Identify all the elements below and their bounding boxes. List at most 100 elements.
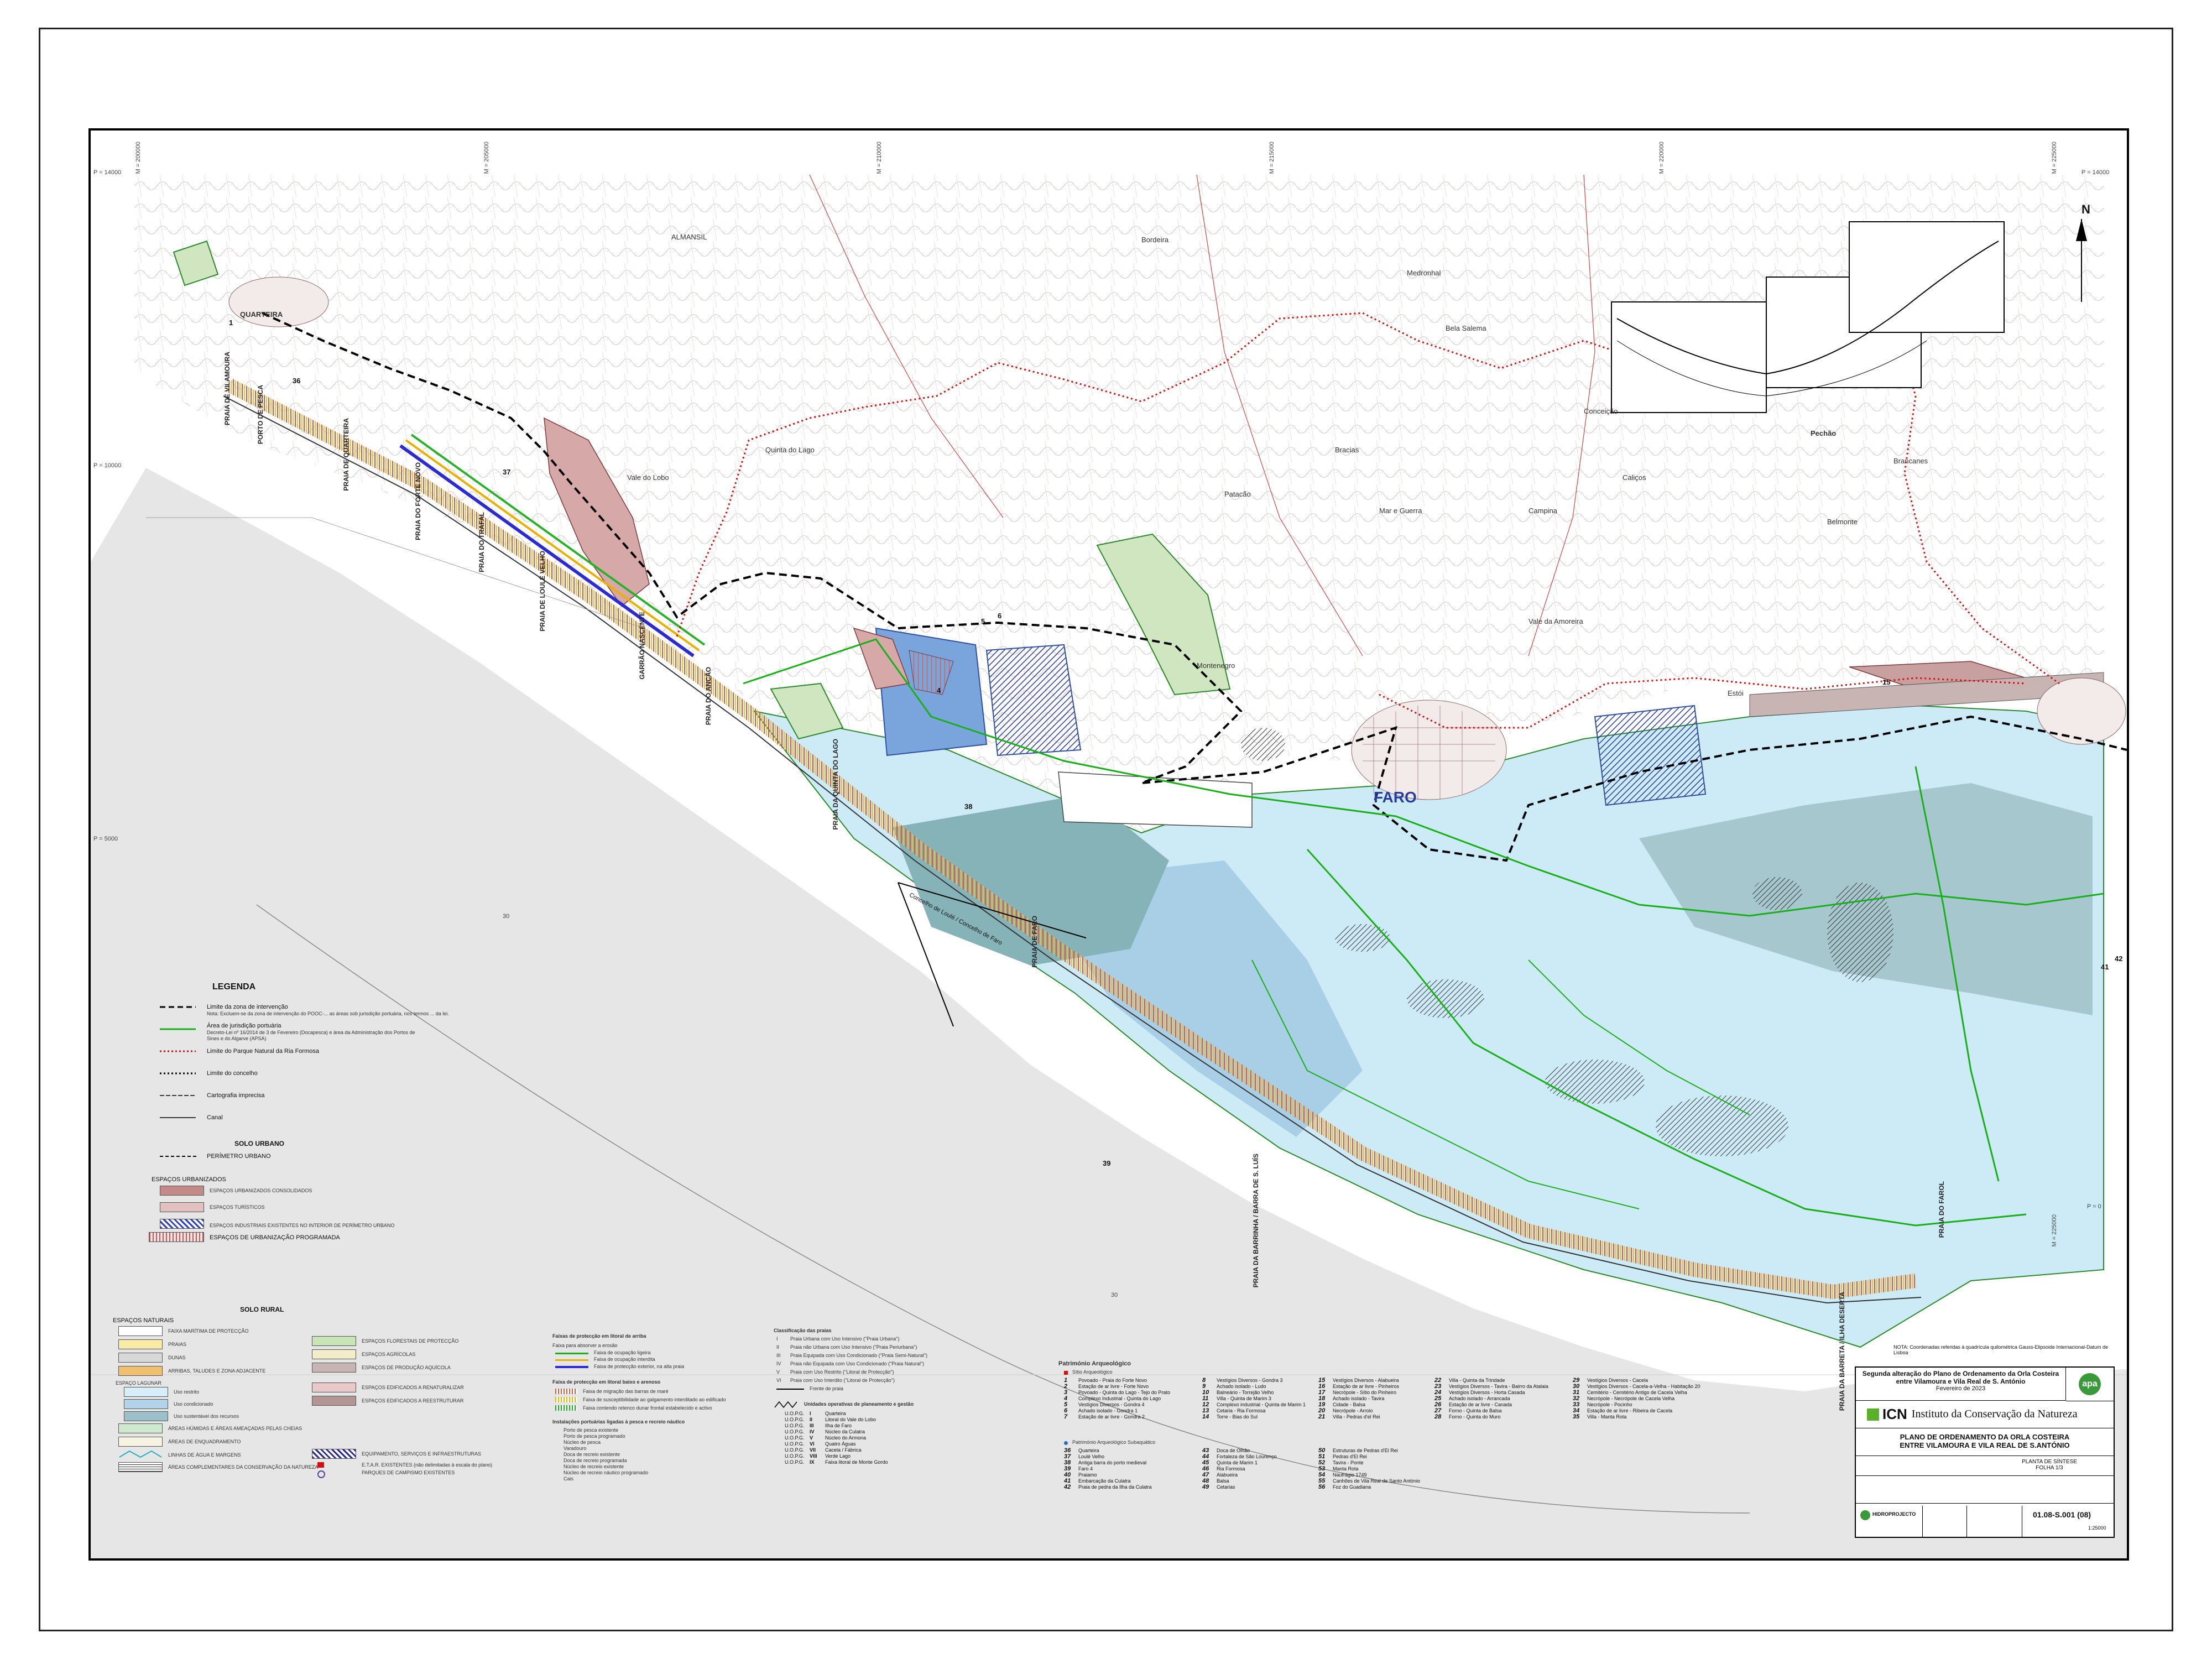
beach-label: PRAIA DO FORTE NOVO <box>414 462 422 540</box>
legend-item: ESPAÇOS DE URBANIZAÇÃO PROGRAMADA <box>210 1234 340 1241</box>
arqueo-title: Património Arqueológico <box>1058 1360 1131 1367</box>
aquaculture-bed <box>1407 979 1484 1018</box>
arqueo-item: 40 Praiamo <box>1064 1472 1191 1478</box>
site-number: 42 <box>2115 954 2123 963</box>
arqueo-item: 4 Complexo Industrial - Quinta do Lago <box>1064 1396 1191 1402</box>
faixa-swatch <box>555 1397 577 1402</box>
place-label: Medronhal <box>1407 269 1441 277</box>
arqueo-label: Loulé Velho <box>1078 1454 1105 1459</box>
aquaculture-bed <box>1752 877 1802 910</box>
faixas-title: Instalações portuárias ligadas à pesca e… <box>552 1419 685 1425</box>
arqueo-column: 43 Doca de Olhão 44 Fortaleza de São Louren… <box>1202 1448 1318 1490</box>
faixa-line <box>555 1366 588 1368</box>
legend-swatch <box>312 1449 356 1459</box>
arqueo-label: Estação de ar livre - Forte Novo <box>1078 1384 1149 1389</box>
arqueo-item: 2 Estação de ar livre - Forte Novo <box>1064 1384 1191 1390</box>
arqueo-label: Povoado - Praia do Forte Novo <box>1078 1378 1147 1383</box>
faixas-item: Faixa de protecção exterior, na alta pra… <box>594 1364 685 1369</box>
place-label: Montenegro <box>1197 661 1235 670</box>
praia-label: Praia Urbana com Uso Intensivo ("Praia U… <box>790 1336 900 1342</box>
faixas-item: Doca de recreio existente <box>564 1452 620 1457</box>
arqueo-item: 46 Ria Formosa <box>1202 1466 1318 1472</box>
depth-label: 30 <box>503 913 510 920</box>
arqueo-label: Vestígios Diversos - Gondra 3 <box>1217 1378 1283 1383</box>
uopg-number: VII <box>810 1447 816 1453</box>
place-label: Bracias <box>1335 446 1359 454</box>
arqueo-item: 5 Vestígios Diversos - Gondra 4 <box>1064 1402 1191 1408</box>
arqueo-item: 8 Vestígios Diversos - Gondra 3 <box>1202 1378 1318 1384</box>
coord-label: M = 225000 <box>2051 1214 2058 1247</box>
legend-item: ESPAÇOS URBANIZADOS CONSOLIDADOS <box>210 1188 312 1193</box>
arqueo-item: 53 Manta Rota <box>1318 1466 1446 1472</box>
arqueo-label: Manta Rota <box>1333 1466 1359 1472</box>
arqueo-label: Praiamo <box>1078 1472 1097 1478</box>
coord-label: M = 210000 <box>876 142 883 174</box>
coord-label: P = 14000 <box>2081 169 2110 176</box>
arqueo-item: 42 Praia de pedra da Ilha da Culatra <box>1064 1484 1191 1490</box>
map-note: NOTA: Coordenadas referidas à quadrícula… <box>1893 1344 2109 1355</box>
section-heading: ESPAÇOS URBANIZADOS <box>152 1176 226 1183</box>
campsite-icon <box>317 1470 325 1478</box>
arqueo-label: Necrópole - Arroio <box>1333 1408 1373 1413</box>
legend-item: DUNAS <box>168 1355 186 1360</box>
beach-label: PRAIA DO TRAFAL <box>478 512 486 572</box>
faixas-item: Faixa para absorver a erosão <box>552 1343 618 1348</box>
arqueo-item: 7 Estação de ar livre - Gondra 2 <box>1064 1414 1191 1420</box>
uopg-number: VIII <box>810 1453 817 1459</box>
legend-item: ESPAÇOS INDUSTRIAIS EXISTENTES NO INTERI… <box>210 1223 395 1228</box>
arqueo-label: Tavira - Ponte <box>1333 1460 1364 1465</box>
arqueo-column: 22 Villa - Quinta da Trindade 23 Vestígios … <box>1434 1378 1562 1420</box>
arqueo-item: 30 Vestígios Diversos - Cacela-a-Velha - … <box>1573 1384 1711 1390</box>
legend-swatch <box>124 1387 168 1397</box>
faixa-line <box>555 1353 588 1354</box>
legend-item: ESPAÇOS AGRÍCOLAS <box>362 1352 416 1357</box>
arqueo-label: Necrópole - Pocinho <box>1587 1402 1632 1407</box>
frente-line <box>776 1389 804 1390</box>
place-label: Vale do Lobo <box>627 473 669 482</box>
arqueo-label: Complexo industrial - Quinta de Marim 1 <box>1217 1402 1306 1407</box>
uopg-label: Quatro Águas <box>825 1441 856 1447</box>
arqueo-label: Canhões de Vila Real de Santo António <box>1333 1478 1420 1484</box>
legend-item: ESPAÇOS DE PRODUÇÃO AQUÍCOLA <box>362 1365 451 1370</box>
aquaculture-bed <box>1241 728 1285 761</box>
legend-swatch <box>312 1363 356 1373</box>
faixas-item: Porto de pesca programado <box>564 1433 625 1439</box>
arqueo-item: 23 Vestígios Diversos - Tavira - Bairro d… <box>1434 1384 1562 1390</box>
title-block: Segunda alteração do Plano de Ordenament… <box>1855 1366 2115 1538</box>
arqueo-number: 49 <box>1202 1484 1209 1490</box>
arqueo-number: 7 <box>1064 1413 1068 1420</box>
arqueo-item: 41 Embarcação da Culatra <box>1064 1478 1191 1484</box>
arqueo-number: 56 <box>1318 1484 1326 1490</box>
arqueo-label: Achado isolado - Ludo <box>1217 1384 1266 1389</box>
legend-swatch <box>118 1326 163 1336</box>
arqueo-item: 25 Achado isolado - Arrancada <box>1434 1396 1562 1402</box>
arqueo-label: Ria Formosa <box>1217 1466 1245 1472</box>
site-number: 41 <box>2101 963 2109 971</box>
site-number: 39 <box>1103 1159 1111 1167</box>
arqueo-item: 56 Foz do Guadiana <box>1318 1484 1446 1490</box>
arqueo-label: Vestígios Diversos - Alabueira <box>1333 1378 1399 1383</box>
arqueo-label: Necrópole - Necrópole de Cacela Velha <box>1587 1396 1675 1401</box>
uopg-item: U.O.P.G. VI Quatro Águas <box>785 1441 940 1447</box>
arqueo-subtitle: Sítio Arqueológico <box>1072 1369 1113 1375</box>
arqueo-number: 28 <box>1434 1413 1442 1420</box>
faixa-line <box>555 1359 588 1361</box>
legend-swatch <box>118 1462 163 1472</box>
uopg-label: Núcleo do Armona <box>825 1435 867 1441</box>
arqueo-item: 6 Achado isolado - Gondra 1 <box>1064 1408 1191 1414</box>
uopg-title: Unidades operativas de planeamento e ges… <box>804 1401 914 1407</box>
praia-code: III <box>776 1353 781 1358</box>
legend-swatch <box>118 1353 163 1363</box>
coord-label: M = 225000 <box>2051 142 2058 174</box>
site-number: 4 <box>937 686 941 695</box>
arqueo-label: Fortaleza de São Lourenço <box>1217 1454 1277 1459</box>
arqueo-item: 9 Achado isolado - Ludo <box>1202 1384 1318 1390</box>
arqueo-item: 45 Quinta de Marim 1 <box>1202 1460 1318 1466</box>
legend-swatch <box>118 1366 163 1376</box>
arqueo-item: 43 Doca de Olhão <box>1202 1448 1318 1454</box>
arqueo-label: Pedras d'El Rei <box>1333 1454 1367 1459</box>
arqueo-column: 29 Vestígios Diversos - Cacela 30 Vestígios… <box>1573 1378 1711 1420</box>
faixas-item: Faixa de migração das barras de maré <box>583 1389 669 1394</box>
site-number: 1 <box>229 319 233 327</box>
arqueo-label: Embarcação da Culatra <box>1078 1478 1131 1484</box>
